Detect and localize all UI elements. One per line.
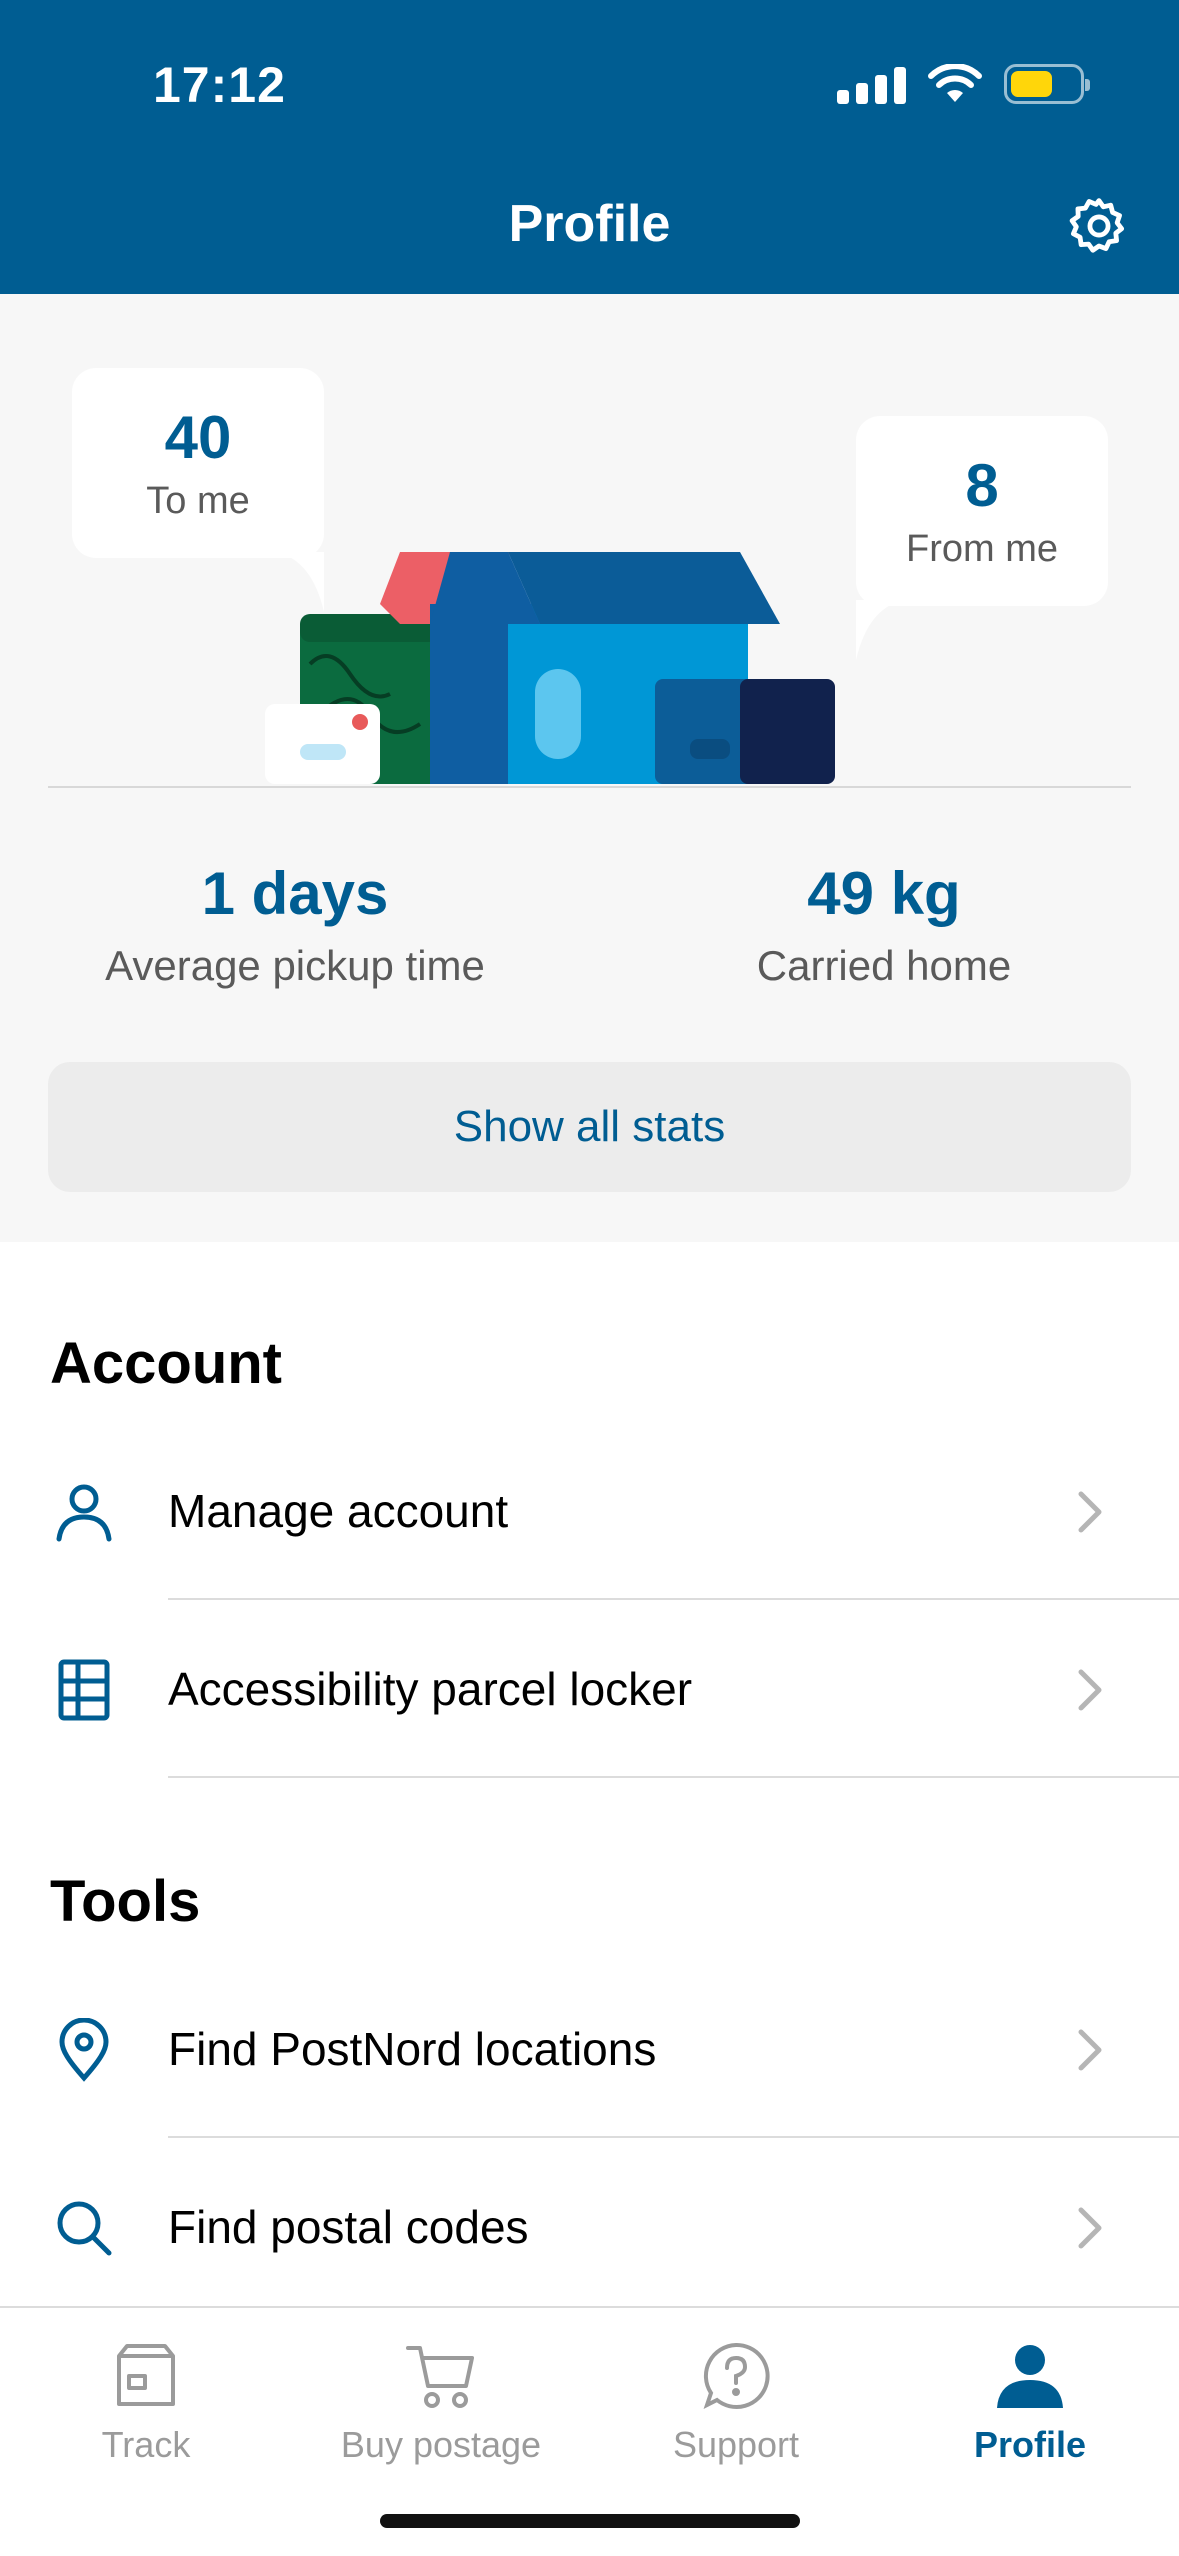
cellular-signal-icon (837, 64, 906, 104)
accessibility-locker-label: Accessibility parcel locker (168, 1663, 693, 1715)
from-me-count: 8 (965, 452, 999, 519)
to-me-label: To me (146, 480, 250, 522)
search-icon (50, 2194, 118, 2262)
stats-panel: 40 To me 8 From me 1 days Average pickup… (0, 294, 1179, 1242)
battery-icon (1004, 64, 1090, 104)
account-section-title: Account (50, 1331, 282, 1396)
row-divider (168, 1776, 1179, 1778)
to-me-bubble: 40 To me (72, 368, 324, 558)
page-title: Profile (508, 195, 671, 253)
bubble-tail (856, 600, 904, 660)
pickup-stat: 1 days Average pickup time (25, 864, 565, 990)
question-icon (696, 2336, 776, 2416)
parcels-house-illustration (265, 552, 835, 784)
location-pin-icon (50, 2016, 118, 2084)
manage-account-row[interactable]: Manage account (0, 1422, 1179, 1600)
pickup-label: Average pickup time (105, 942, 485, 989)
locker-icon (50, 1656, 118, 1724)
tools-section-title: Tools (50, 1869, 201, 1934)
to-me-count: 40 (164, 404, 232, 471)
tab-buy-postage-label: Buy postage (340, 2424, 542, 2465)
status-time: 17:12 (153, 57, 286, 113)
find-postal-codes-label: Find postal codes (168, 2201, 529, 2253)
tab-profile[interactable]: Profile (900, 2336, 1160, 2466)
stats-divider (48, 786, 1131, 788)
chevron-right-icon (1078, 2207, 1102, 2249)
manage-account-label: Manage account (168, 1485, 509, 1537)
tab-support-label: Support (672, 2424, 800, 2465)
settings-button[interactable] (1061, 188, 1137, 264)
chevron-right-icon (1078, 1491, 1102, 1533)
carried-value: 49 kg (807, 860, 961, 927)
accessibility-locker-row[interactable]: Accessibility parcel locker (0, 1600, 1179, 1778)
tab-support[interactable]: Support (606, 2336, 866, 2466)
cart-icon (401, 2336, 481, 2416)
home-indicator (380, 2514, 800, 2528)
gear-icon (1069, 198, 1125, 253)
show-all-stats-button[interactable]: Show all stats (48, 1062, 1131, 1192)
find-postal-codes-row[interactable]: Find postal codes (0, 2138, 1179, 2316)
status-icons (837, 64, 1090, 104)
find-locations-row[interactable]: Find PostNord locations (0, 1960, 1179, 2138)
wifi-icon (928, 64, 982, 102)
carried-stat: 49 kg Carried home (614, 864, 1154, 990)
tab-buy-postage[interactable]: Buy postage (311, 2336, 571, 2466)
from-me-label: From me (906, 528, 1058, 570)
find-locations-label: Find PostNord locations (168, 2023, 657, 2075)
parcel-icon (106, 2336, 186, 2416)
person-icon (50, 1478, 118, 1546)
chevron-right-icon (1078, 1669, 1102, 1711)
chevron-right-icon (1078, 2029, 1102, 2071)
app-header: 17:12 Profile (0, 0, 1179, 294)
carried-label: Carried home (756, 942, 1012, 989)
pickup-value: 1 days (201, 860, 389, 927)
from-me-bubble: 8 From me (856, 416, 1108, 606)
person-filled-icon (990, 2336, 1070, 2416)
tab-track[interactable]: Track (16, 2336, 276, 2466)
tab-track-label: Track (101, 2424, 191, 2465)
tab-profile-label: Profile (973, 2424, 1087, 2465)
